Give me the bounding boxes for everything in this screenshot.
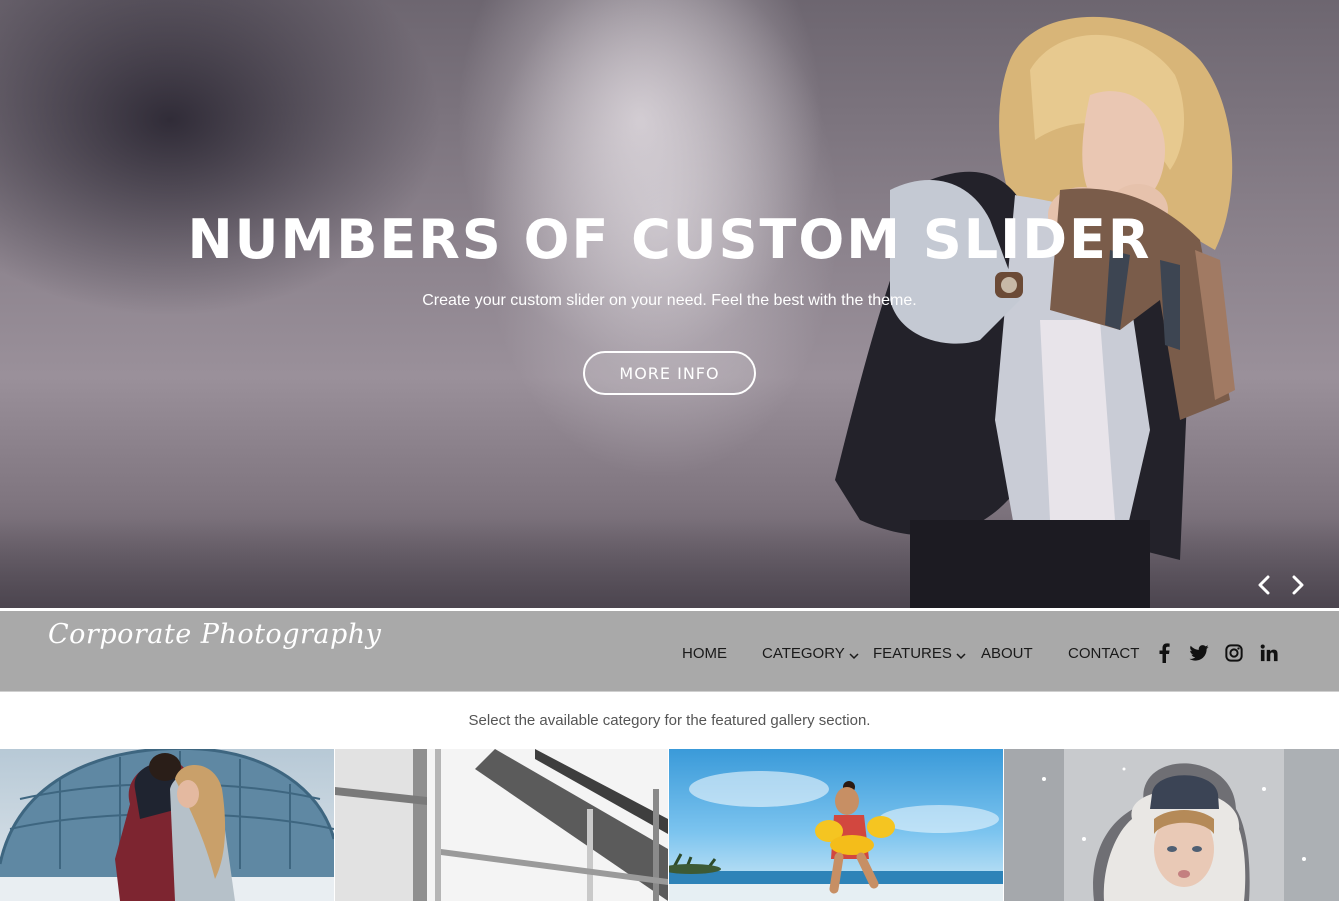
hero-subtitle: Create your custom slider on your need. … bbox=[422, 292, 917, 309]
twitter-link[interactable] bbox=[1188, 642, 1210, 664]
main-navbar: Corporate Photography HOME CATEGORY FEAT… bbox=[0, 608, 1339, 692]
beach-child-photo bbox=[669, 771, 1003, 901]
hero-title: NUMBERS OF CUSTOM SLIDER bbox=[187, 208, 1152, 271]
chevron-right-icon bbox=[1292, 575, 1304, 595]
site-logo[interactable]: Corporate Photography bbox=[48, 619, 381, 650]
winter-portrait-photo bbox=[1004, 749, 1339, 901]
chevron-down-icon bbox=[956, 652, 966, 659]
nav-item-features[interactable]: FEATURES bbox=[873, 645, 966, 662]
chevron-left-icon bbox=[1258, 575, 1270, 595]
facebook-link[interactable] bbox=[1153, 642, 1175, 664]
nav-item-label: FEATURES bbox=[873, 645, 952, 662]
couple-photo bbox=[0, 749, 334, 901]
window-photo bbox=[335, 749, 668, 901]
linkedin-icon bbox=[1260, 644, 1278, 662]
slider-next-button[interactable] bbox=[1285, 572, 1311, 598]
chevron-down-icon bbox=[849, 652, 859, 659]
facebook-icon bbox=[1159, 643, 1170, 663]
gallery-tile-couple[interactable] bbox=[0, 749, 334, 901]
nav-item-label: HOME bbox=[682, 645, 727, 662]
gallery-tile-winter[interactable] bbox=[1004, 749, 1339, 901]
twitter-icon bbox=[1189, 645, 1209, 661]
gallery-tile-window[interactable] bbox=[335, 749, 668, 901]
nav-item-label: ABOUT bbox=[981, 645, 1033, 662]
instagram-link[interactable] bbox=[1223, 642, 1245, 664]
more-info-button[interactable]: MORE INFO bbox=[583, 351, 756, 395]
category-description: Select the available category for the fe… bbox=[468, 712, 871, 729]
hero-slider: NUMBERS OF CUSTOM SLIDER Create your cus… bbox=[0, 0, 1339, 608]
nav-item-home[interactable]: HOME bbox=[682, 645, 727, 662]
nav-item-label: CATEGORY bbox=[762, 645, 845, 662]
nav-item-label: CONTACT bbox=[1068, 645, 1140, 662]
nav-item-about[interactable]: ABOUT bbox=[981, 645, 1033, 662]
nav-item-category[interactable]: CATEGORY bbox=[762, 645, 859, 662]
instagram-icon bbox=[1225, 644, 1243, 662]
gallery-tile-beach[interactable] bbox=[669, 749, 1003, 901]
featured-gallery bbox=[0, 749, 1339, 901]
nav-item-contact[interactable]: CONTACT bbox=[1068, 645, 1139, 662]
slider-prev-button[interactable] bbox=[1251, 572, 1277, 598]
linkedin-link[interactable] bbox=[1258, 642, 1280, 664]
